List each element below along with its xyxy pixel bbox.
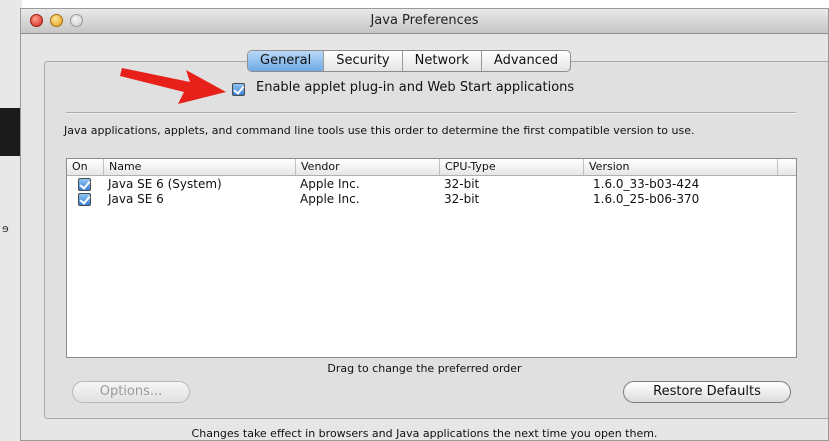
row-enabled-checkbox[interactable]: [78, 193, 91, 206]
row-cpu-type: 32-bit: [444, 192, 480, 206]
column-header-spacer: [777, 159, 796, 175]
column-header-cpu-type[interactable]: CPU-Type: [439, 159, 583, 175]
row-name: Java SE 6 (System): [108, 177, 222, 191]
row-version: 1.6.0_25-b06-370: [593, 192, 700, 206]
row-cpu-type: 32-bit: [444, 177, 480, 191]
separator: [66, 112, 796, 114]
tab-advanced[interactable]: Advanced: [480, 51, 570, 71]
table-header: On Name Vendor CPU-Type Version: [67, 159, 796, 176]
enable-applet-checkbox[interactable]: [232, 83, 245, 96]
tab-security[interactable]: Security: [323, 51, 401, 71]
drag-hint: Drag to change the preferred order: [327, 362, 522, 375]
java-versions-table[interactable]: On Name Vendor CPU-Type Version Java SE …: [66, 158, 797, 358]
row-version: 1.6.0_33-b03-424: [593, 177, 700, 191]
title-bar[interactable]: Java Preferences: [21, 9, 828, 34]
options-button[interactable]: Options...: [72, 381, 190, 403]
column-header-vendor[interactable]: Vendor: [295, 159, 439, 175]
background-window-strip: [0, 0, 22, 441]
tab-bar: General Security Network Advanced: [247, 50, 572, 72]
tab-network[interactable]: Network: [401, 51, 481, 71]
background-stray-text: ɘ: [2, 222, 9, 235]
table-row[interactable]: Java SE 6 Apple Inc. 32-bit 1.6.0_25-b06…: [67, 192, 796, 207]
enable-applet-label[interactable]: Enable applet plug-in and Web Start appl…: [256, 80, 574, 95]
restore-defaults-button[interactable]: Restore Defaults: [623, 381, 791, 403]
footer-note: Changes take effect in browsers and Java…: [191, 427, 658, 440]
row-name: Java SE 6: [108, 192, 164, 206]
tab-general[interactable]: General: [248, 51, 324, 71]
row-enabled-checkbox[interactable]: [78, 178, 91, 191]
row-vendor: Apple Inc.: [300, 192, 360, 206]
column-header-version[interactable]: Version: [583, 159, 777, 175]
row-vendor: Apple Inc.: [300, 177, 360, 191]
table-row[interactable]: Java SE 6 (System) Apple Inc. 32-bit 1.6…: [67, 177, 796, 192]
column-header-on[interactable]: On: [67, 159, 103, 175]
arrow-shape: [120, 68, 226, 104]
window-title: Java Preferences: [370, 13, 479, 28]
red-arrow-annotation: [120, 68, 226, 104]
column-header-name[interactable]: Name: [103, 159, 295, 175]
order-description: Java applications, applets, and command …: [64, 124, 695, 137]
background-dark-strip: [0, 108, 22, 156]
